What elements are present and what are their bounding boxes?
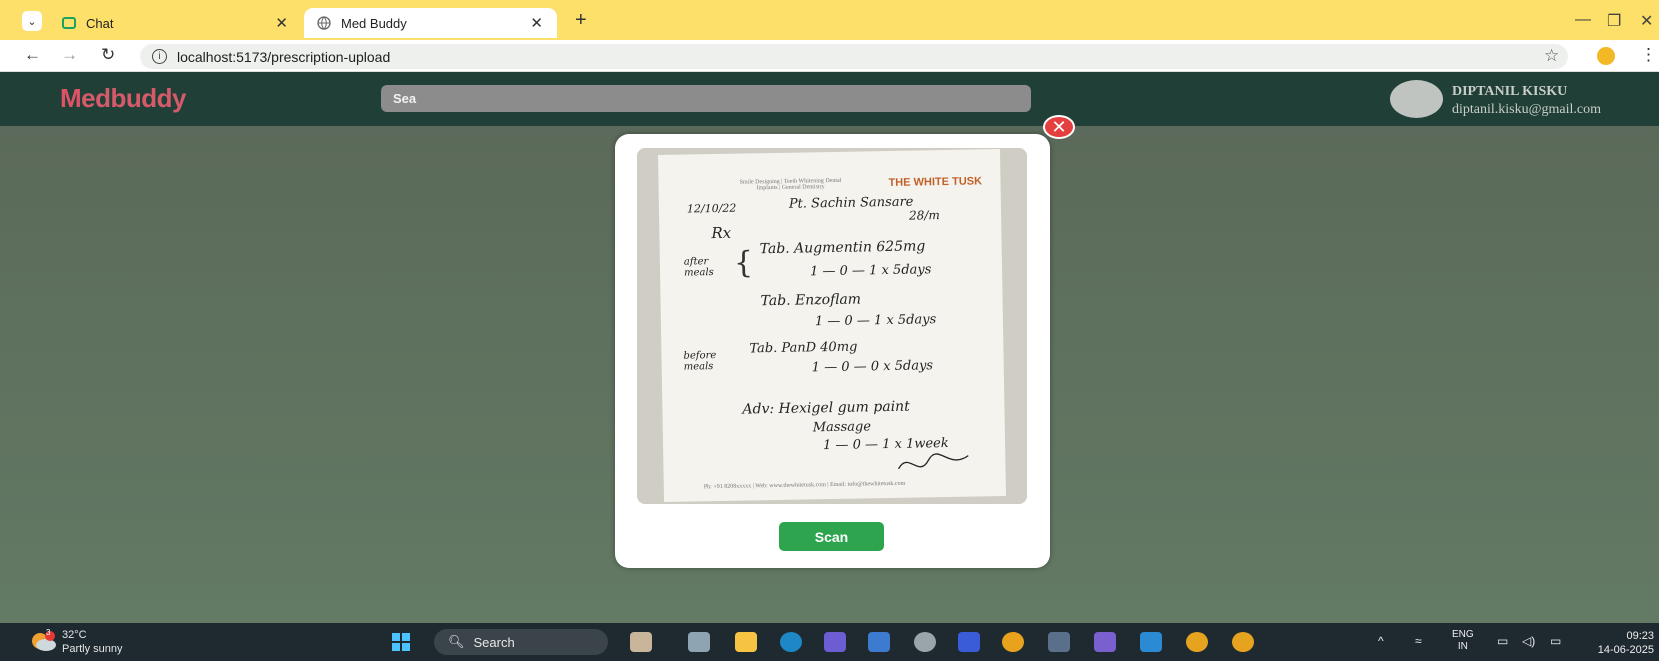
tab-med-buddy[interactable]: Med Buddy ✕: [304, 8, 557, 38]
app-header: Medbuddy Sea DIPTANIL KISKU diptanil.kis…: [0, 72, 1659, 126]
tab-close-icon[interactable]: ✕: [275, 14, 288, 32]
user-name: DIPTANIL KISKU: [1452, 84, 1568, 99]
display-icon[interactable]: ▭: [1497, 634, 1508, 648]
clinic-name: THE WHITE TUSK: [888, 175, 983, 189]
tab-label: Med Buddy: [341, 15, 407, 31]
rx-advice: Adv: Hexigel gum paint: [742, 398, 910, 418]
rx-date: 12/10/22: [686, 201, 737, 216]
search-input[interactable]: Sea: [381, 85, 1031, 112]
store-icon[interactable]: [868, 632, 890, 652]
rx-line-1: Tab. Augmentin 625mg: [759, 238, 926, 258]
bookmark-star-icon[interactable]: ☆: [1544, 46, 1559, 66]
chevron-up-icon[interactable]: ^: [1378, 634, 1384, 648]
browser-tab-strip: ⌄ Chat ✕ Med Buddy ✕ + — ❐ ✕: [0, 0, 1659, 40]
prescription-paper: Smile Designing | Teeth Whitening Dental…: [657, 149, 1007, 502]
weather-temp: 32°C: [62, 629, 87, 641]
minimize-icon[interactable]: —: [1575, 11, 1591, 29]
restore-icon[interactable]: ❐: [1607, 11, 1621, 31]
rx-before-meals: before meals: [683, 350, 717, 373]
volume-icon[interactable]: ◁): [1522, 634, 1535, 648]
user-email: diptanil.kisku@gmail.com: [1452, 102, 1601, 117]
logo-text: edbuddy: [81, 83, 187, 113]
logo-heart-letter: M: [60, 83, 82, 113]
clinic-services: Smile Designing | Teeth Whitening Dental…: [739, 177, 842, 192]
rx-patient: Pt. Sachin Sansare: [788, 194, 914, 212]
scan-button[interactable]: Scan: [779, 522, 884, 551]
network-tray-icon[interactable]: ≈: [1415, 634, 1422, 648]
new-tab-button[interactable]: +: [575, 9, 587, 32]
rx-dose-1: 1 — 0 — 1 x 5days: [809, 262, 932, 280]
windows-taskbar: 3 32°C Partly sunny 🔍︎ Search ^ ≈ ENG IN…: [0, 623, 1659, 661]
rx-advice-2: Massage: [812, 419, 872, 436]
close-modal-button[interactable]: ✕: [1043, 115, 1075, 139]
profile-avatar-icon[interactable]: [1597, 47, 1615, 65]
signature-icon: [897, 453, 969, 470]
rx-symbol: Rx: [711, 223, 732, 243]
taskbar-clock[interactable]: 09:23 14-06-2025: [1582, 629, 1654, 657]
chrome-icon[interactable]: [1002, 632, 1024, 652]
weather-icon[interactable]: [30, 631, 56, 651]
taskbar-search-label: Search: [473, 634, 515, 650]
windows-start-icon[interactable]: [392, 633, 410, 651]
chat-icon: [61, 15, 77, 31]
rx-line-3: Tab. PanD 40mg: [749, 339, 858, 357]
rx-age: 28/m: [908, 208, 940, 223]
tab-search-button[interactable]: ⌄: [22, 11, 42, 31]
site-info-icon[interactable]: i: [152, 49, 167, 64]
back-icon[interactable]: ←: [24, 45, 41, 65]
copilot-icon[interactable]: [630, 632, 652, 652]
search-value: Sea: [393, 91, 417, 106]
vscode-icon[interactable]: [1140, 632, 1162, 652]
settings-icon[interactable]: [914, 632, 936, 652]
edge-icon[interactable]: [780, 632, 802, 652]
rx-dose-3: 1 — 0 — 0 x 5days: [811, 358, 934, 376]
rx-dose-2: 1 — 0 — 1 x 5days: [814, 312, 937, 330]
weather-desc: Partly sunny: [62, 643, 123, 655]
power-apps-icon[interactable]: [1094, 632, 1116, 652]
search-icon: 🔍︎: [448, 634, 465, 649]
task-view-icon[interactable]: [688, 632, 710, 652]
weather-badge: 3: [46, 628, 51, 637]
tab-label: Chat: [86, 15, 114, 31]
azure-data-studio-icon[interactable]: [958, 632, 980, 652]
tab-chat[interactable]: Chat ✕: [55, 8, 302, 38]
battery-icon[interactable]: ▭: [1550, 634, 1561, 648]
tab-close-icon[interactable]: ✕: [530, 14, 543, 32]
forward-icon[interactable]: →: [61, 45, 78, 65]
app-icon[interactable]: [1048, 632, 1070, 652]
rx-after-meals: after meals: [683, 256, 714, 279]
user-avatar[interactable]: [1390, 80, 1443, 118]
region-code: IN: [1457, 641, 1468, 652]
brace-icon: {: [733, 245, 754, 281]
file-explorer-icon[interactable]: [735, 632, 757, 652]
prescription-modal: Smile Designing | Teeth Whitening Dental…: [615, 134, 1050, 568]
url-text: localhost:5173/prescription-upload: [177, 48, 391, 65]
url-field[interactable]: i localhost:5173/prescription-upload: [140, 44, 1568, 69]
clock-date: 14-06-2025: [1597, 644, 1654, 656]
taskbar-search[interactable]: 🔍︎ Search: [434, 629, 608, 655]
globe-icon: [316, 15, 332, 31]
address-bar: ← → ↻ i localhost:5173/prescription-uplo…: [0, 40, 1659, 72]
menu-kebab-icon[interactable]: ⋮: [1640, 45, 1657, 65]
rx-line-2: Tab. Enzoflam: [760, 291, 862, 310]
chrome-profile-2-icon[interactable]: [1232, 632, 1254, 652]
language-indicator[interactable]: ENG IN: [1452, 629, 1474, 653]
teams-icon[interactable]: [824, 632, 846, 652]
language-code: ENG: [1452, 629, 1474, 640]
reload-icon[interactable]: ↻: [101, 45, 115, 65]
chrome-profile-icon[interactable]: [1186, 632, 1208, 652]
clock-time: 09:23: [1626, 630, 1654, 642]
clinic-footer: Ph: +91 8208xxxxx | Web: www.thewhitetus…: [703, 480, 906, 491]
prescription-image: Smile Designing | Teeth Whitening Dental…: [637, 148, 1027, 504]
close-window-icon[interactable]: ✕: [1640, 11, 1653, 31]
medbuddy-logo[interactable]: Medbuddy: [60, 83, 187, 114]
